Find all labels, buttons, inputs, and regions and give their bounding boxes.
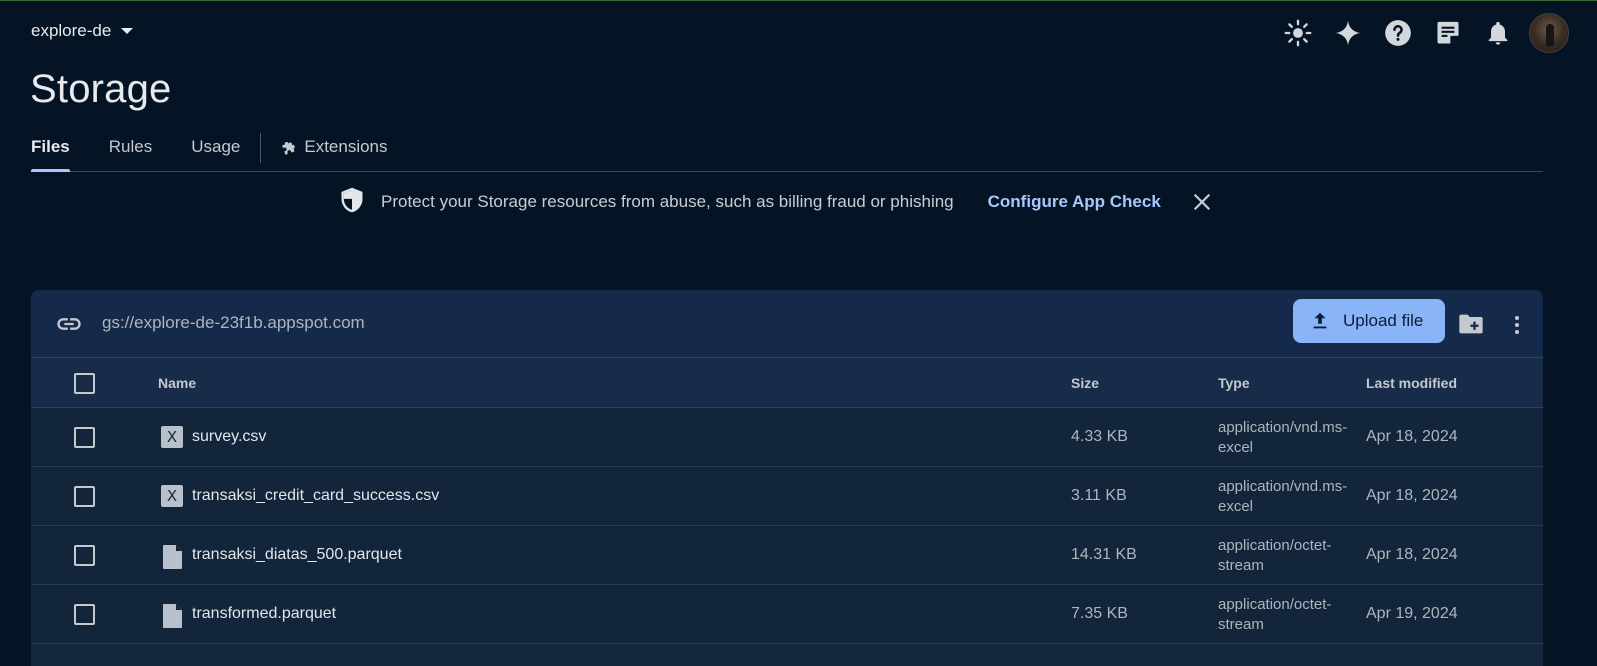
excel-file-icon: X: [161, 485, 185, 509]
file-type: application/vnd.ms-excel: [1218, 418, 1368, 458]
column-last-modified[interactable]: Last modified: [1366, 375, 1457, 391]
brightness-icon[interactable]: [1279, 14, 1317, 52]
file-type-line-2: excel: [1218, 498, 1254, 515]
file-type-line-1: application/vnd.ms-: [1218, 478, 1348, 495]
header-actions: [1267, 13, 1569, 53]
file-modified: Apr 18, 2024: [1366, 487, 1458, 504]
file-type: application/octet-stream: [1218, 536, 1368, 576]
upload-file-button[interactable]: Upload file: [1293, 299, 1445, 343]
row-checkbox[interactable]: [74, 545, 95, 566]
file-size: 4.33 KB: [1071, 428, 1128, 445]
bucket-header: gs://explore-de-23f1b.appspot.com Upload…: [31, 290, 1543, 358]
row-checkbox[interactable]: [74, 486, 95, 507]
column-name[interactable]: Name: [158, 375, 196, 391]
excel-file-icon: X: [161, 426, 185, 450]
table-row[interactable]: X transaksi_credit_card_success.csv 3.11…: [31, 467, 1543, 526]
table-row[interactable]: transaksi_diatas_500.parquet 14.31 KB ap…: [31, 526, 1543, 585]
page-title: Storage: [30, 67, 172, 111]
tab-extensions-label: Extensions: [304, 137, 388, 156]
tab-extensions[interactable]: Extensions: [280, 126, 388, 171]
row-checkbox[interactable]: [74, 604, 95, 625]
file-name[interactable]: transformed.parquet: [192, 605, 336, 623]
tab-bar: Files Rules Usage Extensions: [31, 126, 1543, 172]
shield-icon: [338, 186, 366, 219]
upload-icon: [1313, 312, 1327, 329]
file-modified: Apr 18, 2024: [1366, 546, 1458, 563]
column-type[interactable]: Type: [1218, 375, 1250, 391]
column-size[interactable]: Size: [1071, 375, 1099, 391]
link-icon[interactable]: [55, 310, 83, 338]
table-row[interactable]: transformed.parquet 7.35 KB application/…: [31, 585, 1543, 644]
file-size: 7.35 KB: [1071, 605, 1128, 622]
row-checkbox[interactable]: [74, 427, 95, 448]
table-header: Name Size Type Last modified: [31, 358, 1543, 408]
tab-rules[interactable]: Rules: [109, 126, 152, 171]
create-folder-icon[interactable]: [1457, 310, 1487, 340]
file-size: 3.11 KB: [1071, 487, 1127, 504]
banner-message: Protect your Storage resources from abus…: [381, 192, 954, 211]
tab-usage[interactable]: Usage: [191, 126, 240, 171]
table-row[interactable]: X survey.csv 4.33 KB application/vnd.ms-…: [31, 408, 1543, 467]
select-all-checkbox[interactable]: [74, 373, 95, 394]
project-name: explore-de: [31, 21, 112, 40]
more-vert-icon[interactable]: [1503, 310, 1531, 340]
sparkle-icon[interactable]: [1329, 14, 1367, 52]
configure-app-check-link[interactable]: Configure App Check: [988, 192, 1161, 212]
help-icon[interactable]: [1379, 14, 1417, 52]
tab-divider: [260, 133, 262, 163]
file-name[interactable]: transaksi_diatas_500.parquet: [192, 546, 402, 564]
file-type: application/vnd.ms-excel: [1218, 477, 1368, 517]
file-modified: Apr 19, 2024: [1366, 605, 1458, 622]
generic-file-icon: [161, 603, 185, 628]
file-type-line-2: stream: [1218, 616, 1264, 633]
file-type: application/octet-stream: [1218, 595, 1368, 635]
puzzle-icon: [282, 142, 296, 155]
file-type-line-2: excel: [1218, 439, 1254, 456]
app-check-banner: Protect your Storage resources from abus…: [338, 186, 1217, 218]
tab-files[interactable]: Files: [31, 126, 70, 172]
top-bar: explore-de: [0, 1, 1597, 61]
project-selector[interactable]: explore-de: [31, 21, 134, 41]
generic-file-icon: [161, 544, 185, 569]
file-modified: Apr 18, 2024: [1366, 428, 1458, 445]
bucket-path[interactable]: gs://explore-de-23f1b.appspot.com: [102, 313, 365, 333]
file-type-line-1: application/octet-: [1218, 537, 1332, 554]
notes-icon[interactable]: [1429, 14, 1467, 52]
close-icon[interactable]: [1187, 187, 1217, 217]
file-type-line-2: stream: [1218, 557, 1264, 574]
file-size: 14.31 KB: [1071, 546, 1137, 563]
file-type-line-1: application/vnd.ms-: [1218, 419, 1348, 436]
file-name[interactable]: survey.csv: [192, 428, 266, 446]
file-type-line-1: application/octet-: [1218, 596, 1332, 613]
avatar[interactable]: [1529, 13, 1569, 53]
upload-file-label: Upload file: [1343, 311, 1424, 330]
caret-down-icon: [121, 28, 134, 34]
file-name[interactable]: transaksi_credit_card_success.csv: [192, 487, 439, 505]
bell-icon[interactable]: [1479, 14, 1517, 52]
storage-browser: gs://explore-de-23f1b.appspot.com Upload…: [31, 290, 1543, 666]
